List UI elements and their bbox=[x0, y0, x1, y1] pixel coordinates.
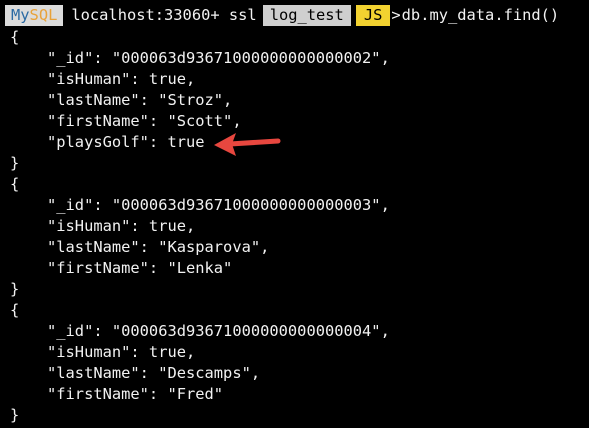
doc-open-brace: { bbox=[10, 28, 20, 46]
doc-field-line: "_id": "000063d93671000000000000003", bbox=[47, 196, 390, 214]
doc-field-line: "lastName": "Kasparova", bbox=[47, 238, 270, 256]
doc-field-line: "_id": "000063d93671000000000000004", bbox=[47, 322, 390, 340]
doc-field-line: "isHuman": true, bbox=[47, 217, 196, 235]
doc-field-line: "playsGolf": true bbox=[47, 133, 205, 151]
doc-open-brace: { bbox=[10, 175, 20, 193]
mode-sql-text: SQL bbox=[29, 6, 58, 24]
connection-host: localhost:33060+ ssl bbox=[71, 6, 257, 24]
terminal-window[interactable]: My SQL localhost:33060+ ssl log_test JS >… bbox=[0, 0, 589, 428]
doc-field-line: "_id": "000063d93671000000000000002", bbox=[47, 49, 390, 67]
doc-field-line: "firstName": "Lenka" bbox=[47, 259, 233, 277]
schema-badge: log_test bbox=[262, 5, 351, 26]
doc-field-line: "isHuman": true, bbox=[47, 343, 196, 361]
doc-close-brace: } bbox=[10, 154, 20, 172]
doc-close-brace: } bbox=[10, 280, 20, 298]
mode-badge-mysql: My SQL bbox=[5, 5, 64, 26]
doc-field-line: "firstName": "Fred" bbox=[47, 385, 224, 403]
doc-field-line: "isHuman": true, bbox=[47, 70, 196, 88]
mode-my-text: My bbox=[11, 6, 30, 24]
prompt-caret: > bbox=[391, 6, 401, 24]
language-badge: JS bbox=[355, 5, 391, 26]
doc-field-line: "firstName": "Scott", bbox=[47, 112, 242, 130]
command-input[interactable]: db.my_data.find() bbox=[402, 5, 560, 26]
shell-prompt: My SQL localhost:33060+ ssl log_test JS >… bbox=[5, 5, 559, 26]
doc-field-line: "lastName": "Descamps", bbox=[47, 364, 261, 382]
left-arrow-icon bbox=[214, 133, 281, 156]
doc-field-line: "lastName": "Stroz", bbox=[47, 91, 233, 109]
doc-open-brace: { bbox=[10, 301, 20, 319]
doc-close-brace: } bbox=[10, 406, 20, 424]
